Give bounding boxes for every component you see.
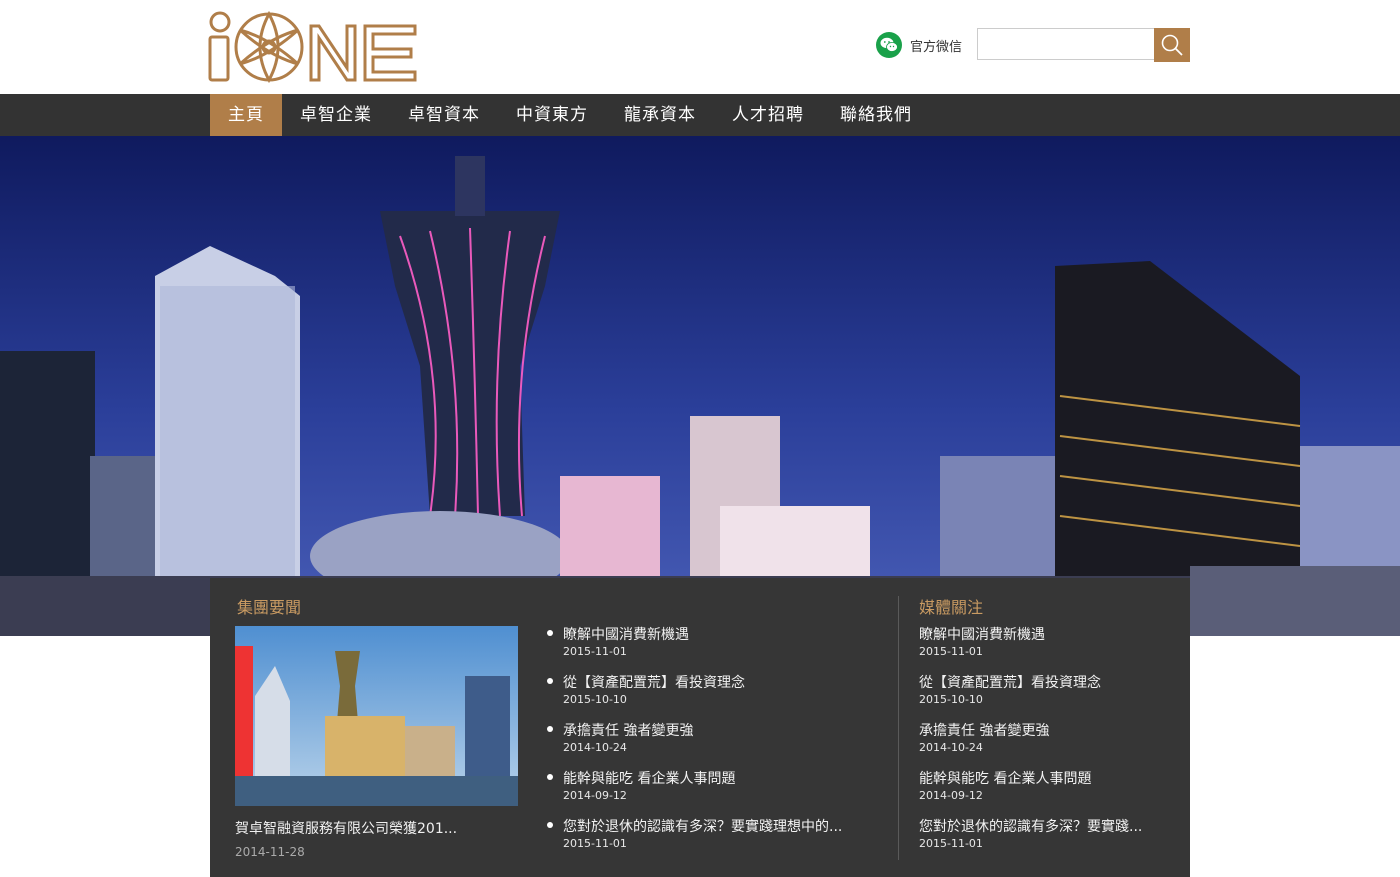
- list-item[interactable]: 能幹與能吃 看企業人事問題 2014-09-12: [547, 768, 887, 816]
- nav-item-contact[interactable]: 聯絡我們: [822, 94, 930, 136]
- wechat-link[interactable]: 官方微信: [876, 32, 962, 58]
- news-title[interactable]: 承擔責任 強者變更強: [563, 720, 883, 740]
- macau-skyline-image: [0, 136, 1400, 636]
- news-date: 2014-09-12: [563, 789, 627, 802]
- bullet-icon: [547, 774, 553, 780]
- list-item[interactable]: 能幹與能吃 看企業人事問題 2014-09-12: [919, 768, 1174, 816]
- list-item[interactable]: 從【資產配置荒】看投資理念 2015-10-10: [547, 672, 887, 720]
- media-item-date: 2015-11-01: [919, 837, 983, 850]
- nav-item-capital[interactable]: 卓智資本: [390, 94, 498, 136]
- wechat-label: 官方微信: [910, 39, 963, 55]
- nav-item-home[interactable]: 主頁: [210, 94, 282, 136]
- list-item[interactable]: 瞭解中國消費新機遇 2015-11-01: [547, 624, 887, 672]
- list-item[interactable]: 承擔責任 強者變更強 2014-10-24: [919, 720, 1174, 768]
- nav-item-enterprise[interactable]: 卓智企業: [282, 94, 390, 136]
- news-title[interactable]: 您對於退休的認識有多深？要實踐理想中的...: [563, 816, 883, 836]
- news-date: 2015-10-10: [563, 693, 627, 706]
- list-item[interactable]: 承擔責任 強者變更強 2014-10-24: [547, 720, 887, 768]
- bullet-icon: [547, 726, 553, 732]
- media-item-date: 2014-09-12: [919, 789, 983, 802]
- news-date: 2014-10-24: [563, 741, 627, 754]
- column-divider: [898, 596, 899, 860]
- media-item-title[interactable]: 能幹與能吃 看企業人事問題: [919, 768, 1174, 788]
- search-input[interactable]: [977, 28, 1157, 60]
- feature-news-date: 2014-11-28: [235, 845, 305, 859]
- media-title: 媒體關注: [919, 598, 984, 617]
- media-item-date: 2015-10-10: [919, 693, 983, 706]
- news-title[interactable]: 能幹與能吃 看企業人事問題: [563, 768, 883, 788]
- site-header: 官方微信: [0, 0, 1400, 94]
- search-icon: [1161, 34, 1183, 56]
- group-news-title: 集團要聞: [237, 598, 302, 617]
- news-title[interactable]: 瞭解中國消費新機遇: [563, 624, 883, 644]
- main-nav: 主頁 卓智企業 卓智資本 中資東方 龍承資本 人才招聘 聯絡我們: [0, 94, 1400, 136]
- list-item[interactable]: 從【資產配置荒】看投資理念 2015-10-10: [919, 672, 1174, 720]
- media-news-list: 瞭解中國消費新機遇 2015-11-01 從【資產配置荒】看投資理念 2015-…: [919, 624, 1174, 864]
- news-date: 2015-11-01: [563, 837, 627, 850]
- news-date: 2015-11-01: [563, 645, 627, 658]
- bullet-icon: [547, 822, 553, 828]
- news-panel: 集團要聞 賀卓智融資服務有限公司榮獲201... 2014-11-28 瞭解中國…: [210, 578, 1190, 877]
- hero-banner: [0, 136, 1400, 636]
- bullet-icon: [547, 630, 553, 636]
- feature-news-image[interactable]: [235, 626, 518, 806]
- search-button[interactable]: [1154, 28, 1190, 62]
- wechat-icon: [876, 32, 902, 58]
- nav-item-longcheng[interactable]: 龍承資本: [606, 94, 714, 136]
- news-title[interactable]: 從【資產配置荒】看投資理念: [563, 672, 883, 692]
- group-news-list: 瞭解中國消費新機遇 2015-11-01 從【資產配置荒】看投資理念 2015-…: [547, 624, 887, 864]
- list-item[interactable]: 瞭解中國消費新機遇 2015-11-01: [919, 624, 1174, 672]
- nav-item-china-east[interactable]: 中資東方: [498, 94, 606, 136]
- list-item[interactable]: 您對於退休的認識有多深？要實踐... 2015-11-01: [919, 816, 1174, 864]
- bullet-icon: [547, 678, 553, 684]
- media-item-date: 2014-10-24: [919, 741, 983, 754]
- feature-news-caption[interactable]: 賀卓智融資服務有限公司榮獲201...: [235, 818, 525, 838]
- nav-item-careers[interactable]: 人才招聘: [714, 94, 822, 136]
- media-item-title[interactable]: 承擔責任 強者變更強: [919, 720, 1174, 740]
- media-item-title[interactable]: 瞭解中國消費新機遇: [919, 624, 1174, 644]
- list-item[interactable]: 您對於退休的認識有多深？要實踐理想中的... 2015-11-01: [547, 816, 887, 864]
- media-item-title[interactable]: 您對於退休的認識有多深？要實踐...: [919, 816, 1174, 836]
- media-item-title[interactable]: 從【資產配置荒】看投資理念: [919, 672, 1174, 692]
- media-item-date: 2015-11-01: [919, 645, 983, 658]
- ione-logo[interactable]: [207, 10, 419, 84]
